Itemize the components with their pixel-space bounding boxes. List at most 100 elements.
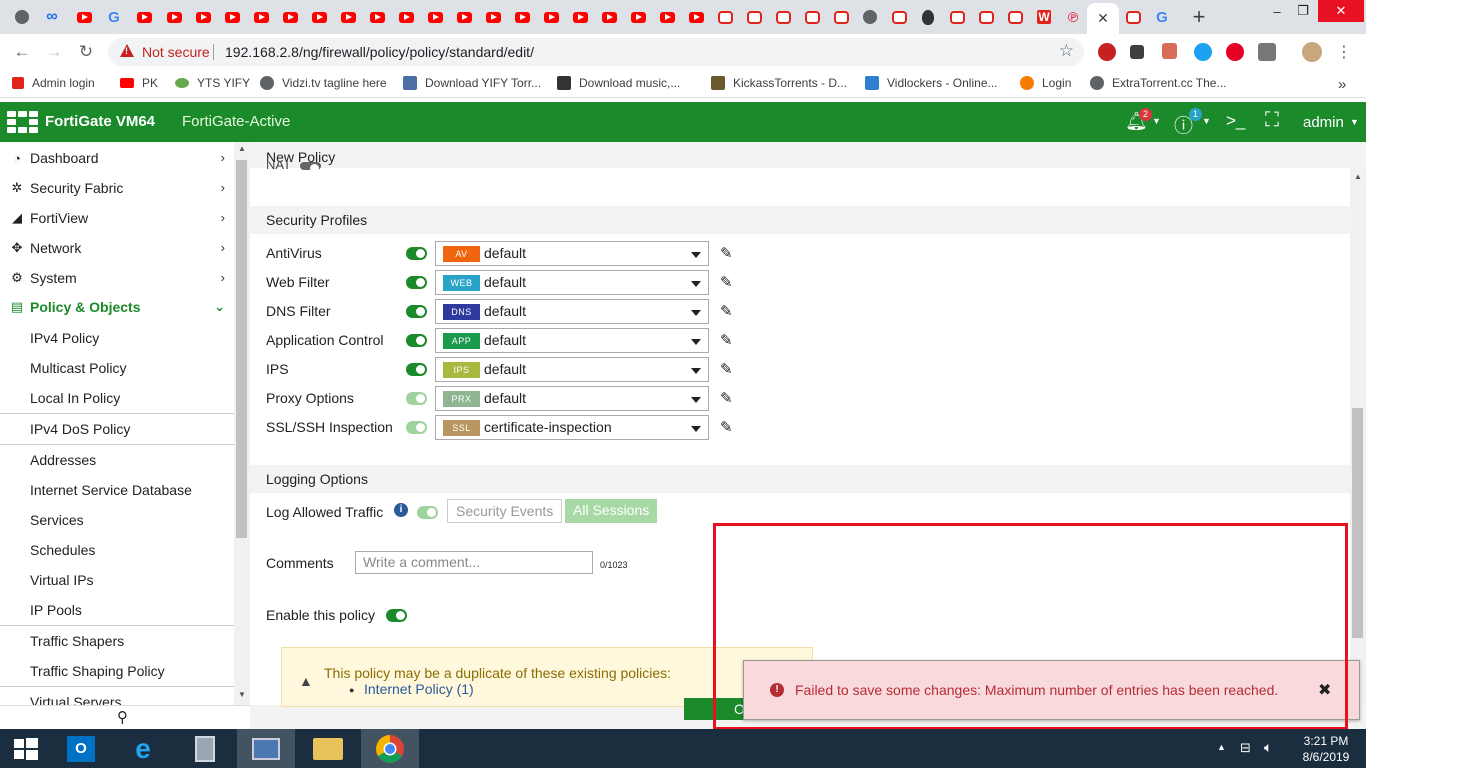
search-icon[interactable]: ⚲	[117, 708, 128, 726]
sidebar-scrollbar[interactable]: ▲ ▼	[234, 142, 250, 705]
scrollbar-thumb[interactable]	[1352, 408, 1363, 638]
browser-tab[interactable]	[827, 3, 855, 31]
profile-avatar[interactable]	[1302, 42, 1322, 62]
twitter-icon[interactable]	[1194, 43, 1212, 61]
ips-select[interactable]: IPS default	[435, 357, 709, 382]
proxy-options-select[interactable]: PRX default	[435, 386, 709, 411]
volume-icon[interactable]: 🔈︎	[1264, 739, 1272, 756]
web-filter-select[interactable]: WEB default	[435, 270, 709, 295]
bookmark[interactable]: Download YIFY Torr...	[403, 76, 541, 90]
browser-tab[interactable]	[1119, 3, 1147, 31]
edit-pencil-icon[interactable]: ✎	[720, 418, 733, 436]
browser-tab[interactable]	[740, 3, 768, 31]
sidebar-item-ipv4-policy[interactable]: IPv4 Policy ☆	[0, 323, 234, 353]
antivirus-select[interactable]: AV default	[435, 241, 709, 266]
browser-tab[interactable]: G	[1148, 3, 1176, 31]
main-scrollbar[interactable]: ▲	[1350, 168, 1366, 705]
browser-tab[interactable]	[247, 3, 275, 31]
application-control-select[interactable]: APP default	[435, 328, 709, 353]
browser-tab[interactable]	[392, 3, 420, 31]
tab-close-icon[interactable]: ✕	[1097, 10, 1109, 27]
sidebar-item-traffic-shapers[interactable]: Traffic Shapers	[0, 626, 234, 656]
sidebar-item-security-fabric[interactable]: ✲ Security Fabric ›	[0, 173, 234, 203]
browser-tab[interactable]	[421, 3, 449, 31]
browser-tab[interactable]	[305, 3, 333, 31]
clock[interactable]: 3:21 PM 8/6/2019	[1291, 733, 1361, 765]
sidebar-item-system[interactable]: ⚙ System ›	[0, 263, 234, 293]
bookmark-star-icon[interactable]: ☆	[1059, 41, 1074, 61]
browser-tab-active[interactable]: ✕	[1087, 3, 1119, 34]
antivirus-toggle[interactable]	[406, 247, 427, 260]
edit-pencil-icon[interactable]: ✎	[720, 389, 733, 407]
ips-toggle[interactable]	[406, 363, 427, 376]
extension-icon[interactable]	[1258, 43, 1276, 61]
menu-search[interactable]: ⚲	[0, 705, 250, 729]
sidebar-item-network[interactable]: ✥ Network ›	[0, 233, 234, 263]
edit-pencil-icon[interactable]: ✎	[720, 302, 733, 320]
browser-tab[interactable]	[624, 3, 652, 31]
sidebar-group-policy-objects[interactable]: ▤ Policy & Objects ⌄	[0, 292, 234, 322]
favorite-star-icon[interactable]: ☆	[215, 329, 228, 347]
bookmark[interactable]: ExtraTorrent.cc The...	[1090, 76, 1227, 90]
browser-tab[interactable]	[479, 3, 507, 31]
browser-tab[interactable]	[885, 3, 913, 31]
edit-pencil-icon[interactable]: ✎	[720, 273, 733, 291]
sidebar-item-local-in-policy[interactable]: Local In Policy	[0, 383, 234, 413]
browser-tab[interactable]	[769, 3, 797, 31]
sidebar-item-internet-service-database[interactable]: Internet Service Database	[0, 475, 234, 505]
browser-tab[interactable]	[972, 3, 1000, 31]
web-filter-toggle[interactable]	[406, 276, 427, 289]
taskbar-calculator[interactable]	[176, 729, 234, 768]
comments-input[interactable]: Write a comment...	[355, 551, 593, 574]
browser-tab[interactable]	[682, 3, 710, 31]
scroll-up-icon[interactable]: ▲	[1354, 172, 1362, 181]
tray-expand-icon[interactable]: ▲	[1217, 742, 1226, 752]
browser-tab[interactable]	[914, 3, 942, 31]
browser-tab[interactable]	[334, 3, 362, 31]
bookmark[interactable]: YTS YIFY	[175, 76, 250, 90]
browser-tab[interactable]	[595, 3, 623, 31]
bookmark[interactable]: Vidlockers - Online...	[865, 76, 998, 90]
scrollbar-thumb[interactable]	[236, 160, 247, 538]
cli-console-icon[interactable]: >_	[1226, 111, 1245, 131]
info-icon[interactable]: i	[394, 503, 408, 517]
browser-tab[interactable]	[189, 3, 217, 31]
nat-toggle[interactable]	[300, 162, 321, 173]
log-allowed-traffic-toggle[interactable]	[417, 506, 438, 519]
extension-icon[interactable]	[1130, 45, 1144, 59]
enable-policy-toggle[interactable]	[386, 609, 407, 622]
bookmarks-overflow-button[interactable]: »	[1338, 76, 1346, 93]
url-text[interactable]: 192.168.2.8/ng/firewall/policy/policy/st…	[225, 44, 534, 60]
browser-tab[interactable]: ∞	[38, 3, 66, 31]
taskbar-outlook[interactable]: O	[52, 729, 110, 768]
sidebar-item-ipv4-dos-policy[interactable]: IPv4 DoS Policy	[0, 414, 234, 444]
browser-tab[interactable]	[70, 3, 98, 31]
browser-tab[interactable]	[276, 3, 304, 31]
sidebar-item-virtual-ips[interactable]: Virtual IPs	[0, 565, 234, 595]
back-button[interactable]: ←	[10, 40, 34, 64]
start-button[interactable]	[0, 729, 52, 768]
browser-tab[interactable]	[363, 3, 391, 31]
sidebar-item-fortiview[interactable]: ◢ FortiView ›	[0, 203, 234, 233]
browser-tab[interactable]	[218, 3, 246, 31]
browser-tab[interactable]	[566, 3, 594, 31]
browser-tab[interactable]: W	[1030, 3, 1058, 31]
application-control-toggle[interactable]	[406, 334, 427, 347]
browser-tab[interactable]	[711, 3, 739, 31]
edit-pencil-icon[interactable]: ✎	[720, 244, 733, 262]
close-window-button[interactable]: ✕	[1318, 0, 1364, 22]
browser-tab[interactable]: G	[100, 3, 128, 31]
taskbar-explorer[interactable]	[299, 729, 357, 768]
taskbar-rdp[interactable]	[237, 729, 295, 768]
new-tab-button[interactable]: +	[1185, 3, 1213, 31]
browser-tab[interactable]	[8, 3, 36, 31]
sidebar-item-ip-pools[interactable]: IP Pools	[0, 595, 234, 625]
bookmark[interactable]: Login	[1020, 76, 1071, 90]
sidebar-item-addresses[interactable]: Addresses	[0, 445, 234, 475]
taskbar-ie[interactable]: e	[114, 729, 172, 768]
bookmark[interactable]: Vidzi.tv tagline here	[260, 76, 387, 90]
address-bar[interactable]: Not secure 192.168.2.8/ng/firewall/polic…	[108, 38, 1084, 66]
scroll-down-icon[interactable]: ▼	[238, 690, 246, 699]
dns-filter-select[interactable]: DNS default	[435, 299, 709, 324]
duplicate-policy-link[interactable]: Internet Policy (1)	[364, 681, 474, 697]
